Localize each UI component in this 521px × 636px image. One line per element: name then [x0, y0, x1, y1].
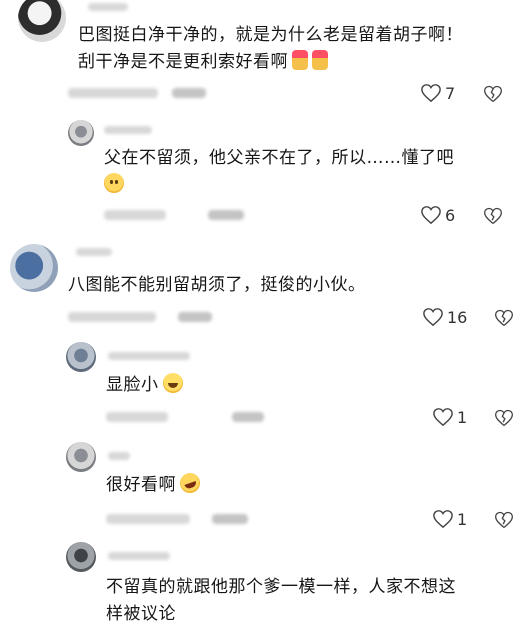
- reply-button-redacted[interactable]: [178, 312, 212, 322]
- heart-outline-icon: [433, 510, 453, 529]
- username-redacted: [76, 248, 112, 256]
- reply-button-redacted[interactable]: [208, 210, 244, 220]
- reply-item: 很好看啊 1: [0, 438, 521, 536]
- avatar[interactable]: [66, 342, 96, 372]
- like-button[interactable]: 16: [422, 307, 467, 327]
- broken-heart-icon[interactable]: [494, 308, 514, 328]
- avatar[interactable]: [68, 120, 94, 146]
- comment-line: 样被议论: [106, 604, 176, 624]
- comment-line: 显脸小: [106, 375, 159, 395]
- avatar[interactable]: [18, 0, 66, 42]
- like-button[interactable]: 1: [432, 509, 475, 529]
- comment-line: 很好看啊: [106, 475, 176, 495]
- avatar[interactable]: [66, 542, 96, 572]
- reply-item: 显脸小 1: [0, 338, 521, 434]
- heart-outline-icon: [421, 84, 441, 103]
- avatar[interactable]: [66, 442, 96, 472]
- reply-item: 不留真的就跟他那个爹一模一样，人家不想这 样被议论: [0, 540, 521, 636]
- broken-heart-icon[interactable]: [483, 206, 503, 226]
- timestamp-location-redacted: [106, 412, 168, 422]
- timestamp-location-redacted: [68, 312, 156, 322]
- comment-text: 父在不留须，他父亲不在了，所以……懂了吧: [104, 145, 454, 199]
- finger-heart-emoji-icon: [292, 50, 308, 70]
- comment-line: 巴图挺白净干净的，就是为什么老是留着胡子啊！: [78, 25, 463, 45]
- comment-line: 不留真的就跟他那个爹一模一样，人家不想这: [106, 577, 456, 597]
- username-redacted: [108, 352, 190, 360]
- timestamp-location-redacted: [106, 514, 190, 524]
- comment-line-with-emoji: 刮干净是不是更利索好看啊: [78, 49, 463, 76]
- like-count: 7: [445, 83, 456, 103]
- like-count: 16: [447, 307, 468, 327]
- comment-item: 巴图挺白净干净的，就是为什么老是留着胡子啊！ 刮干净是不是更利索好看啊 7: [0, 0, 521, 112]
- comment-text: 很好看啊: [106, 470, 203, 499]
- heart-outline-icon: [423, 308, 443, 327]
- finger-heart-emoji-icon: [312, 50, 328, 70]
- timestamp-location-redacted: [68, 88, 158, 98]
- timestamp-location-redacted: [104, 210, 166, 220]
- avatar[interactable]: [10, 244, 58, 292]
- comment-text: 巴图挺白净干净的，就是为什么老是留着胡子啊！ 刮干净是不是更利索好看啊: [78, 22, 463, 76]
- like-count: 1: [457, 407, 468, 427]
- like-count: 6: [445, 205, 456, 225]
- comment-line: 刮干净是不是更利索好看啊: [78, 52, 288, 72]
- reply-button-redacted[interactable]: [212, 514, 248, 524]
- username-redacted: [108, 452, 130, 460]
- like-button[interactable]: 1: [432, 407, 475, 427]
- comment-text: 八图能不能别留胡须了，挺俊的小伙。: [68, 272, 366, 299]
- broken-heart-icon[interactable]: [494, 510, 514, 530]
- comment-line: 八图能不能别留胡须了，挺俊的小伙。: [68, 275, 366, 295]
- username-redacted: [88, 3, 128, 11]
- comment-item: 八图能不能别留胡须了，挺俊的小伙。 16: [0, 236, 521, 336]
- comment-line: 父在不留须，他父亲不在了，所以……懂了吧: [104, 148, 454, 168]
- smiling-face-emoji-icon: [162, 373, 183, 393]
- grinning-face-emoji-icon: [104, 173, 124, 193]
- like-button[interactable]: 7: [420, 83, 463, 103]
- heart-outline-icon: [433, 408, 453, 427]
- broken-heart-icon[interactable]: [483, 84, 503, 104]
- reply-button-redacted[interactable]: [172, 88, 206, 98]
- broken-heart-icon[interactable]: [494, 408, 514, 428]
- reply-item: 父在不留须，他父亲不在了，所以……懂了吧 6: [0, 112, 521, 230]
- rolling-laughing-emoji-icon: [177, 470, 203, 496]
- comment-text: 不留真的就跟他那个爹一模一样，人家不想这 样被议论: [106, 574, 456, 628]
- username-redacted: [104, 126, 152, 134]
- like-button[interactable]: 6: [420, 205, 463, 225]
- like-count: 1: [457, 509, 468, 529]
- heart-outline-icon: [421, 206, 441, 225]
- username-redacted: [108, 552, 170, 560]
- comment-text: 显脸小: [106, 372, 183, 399]
- reply-button-redacted[interactable]: [232, 412, 264, 422]
